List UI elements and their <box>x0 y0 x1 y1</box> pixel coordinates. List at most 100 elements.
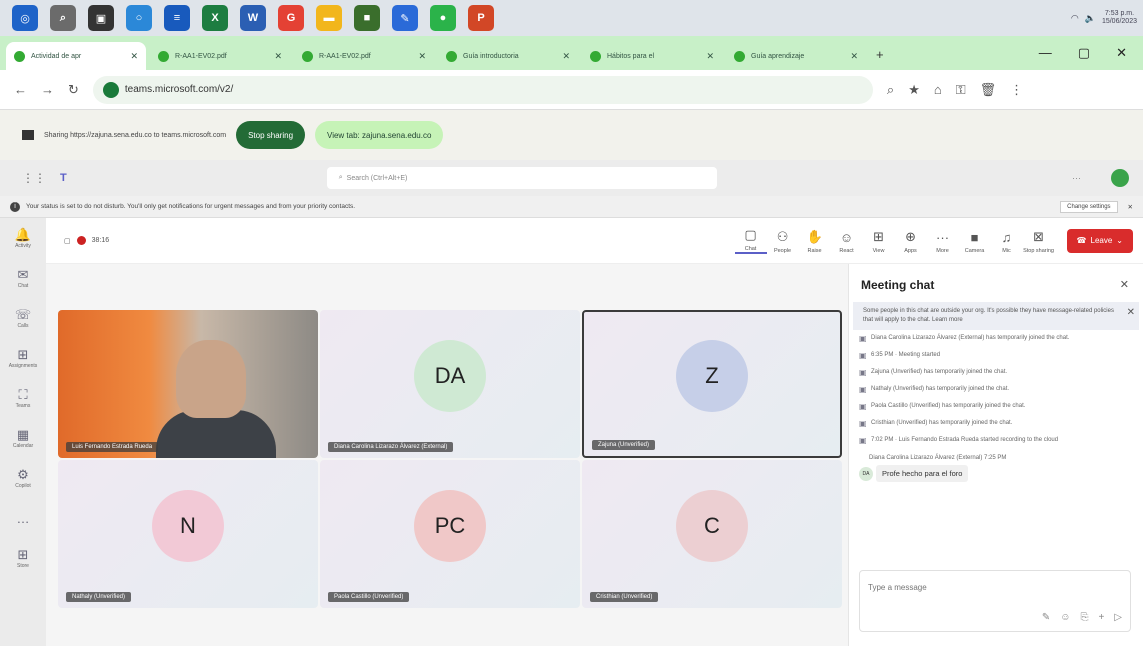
browser-tab[interactable]: Guía aprendizaje ✕ <box>726 42 866 70</box>
call-tool-mic[interactable]: ♫ Mic <box>991 230 1023 254</box>
call-toolbar: ▢ 38:16 ▢ Chat ⚇ People ✋ Raise ☺ React ⊞ View ⊕ Ap… <box>46 218 1143 264</box>
chat-title: Meeting chat <box>861 278 935 292</box>
rail-item[interactable]: ⊞ Assignments <box>0 338 46 378</box>
tool-icon: ⊠ <box>1033 229 1044 244</box>
browser-tab[interactable]: Hábitos para el ✕ <box>582 42 722 70</box>
url-field[interactable]: teams.microsoft.com/v2/ <box>92 75 873 104</box>
participant-tile[interactable]: Z Zajuna (Unverified) <box>582 310 842 458</box>
tool-icon: ⊕ <box>905 229 916 244</box>
rail-item[interactable]: ▦ Calendar <box>0 418 46 458</box>
more-options-icon[interactable]: ··· <box>1072 173 1081 183</box>
close-icon[interactable]: ✕ <box>1120 278 1129 291</box>
tab-favicon-icon <box>590 50 601 62</box>
extensions-icon[interactable]: ⌂ <box>934 82 942 97</box>
app-launcher-icon[interactable]: ⋮⋮ <box>22 171 46 185</box>
event-text: 6:35 PM · Meeting started <box>871 352 941 358</box>
participant-tile[interactable]: C Cristhian (Unverified) <box>582 460 842 608</box>
tab-close-icon[interactable]: ✕ <box>130 51 138 62</box>
back-icon[interactable]: ← <box>14 82 27 97</box>
call-tool-chat[interactable]: ▢ Chat <box>734 227 767 254</box>
chat-message[interactable]: DA Profe hecho para el foro <box>849 463 1143 484</box>
menu-dots-icon[interactable]: ⋮ <box>1010 82 1023 98</box>
browser-tab[interactable]: Actividad de apr ✕ <box>6 42 146 70</box>
minimize-icon[interactable]: — <box>1039 45 1052 61</box>
rail-item[interactable]: ☏ Calls <box>0 298 46 338</box>
taskbar-app-icon[interactable]: ≡ <box>164 5 190 31</box>
delete-icon[interactable]: 🗑 <box>980 82 997 98</box>
call-tool-more[interactable]: ··· More <box>927 230 959 254</box>
rail-item[interactable]: ⊞ Store <box>0 538 46 578</box>
maximize-icon[interactable]: ▢ <box>1078 45 1090 61</box>
close-window-icon[interactable]: ✕ <box>1116 45 1127 61</box>
call-tool-camera[interactable]: ■ Camera <box>959 230 991 254</box>
call-tool-view[interactable]: ⊞ View <box>863 229 895 254</box>
zoom-icon[interactable]: ⌕ <box>887 82 894 98</box>
tab-close-icon[interactable]: ✕ <box>850 51 858 62</box>
wifi-icon[interactable]: ◠ <box>1071 13 1079 24</box>
emoji-icon[interactable]: ☺ <box>1060 612 1070 623</box>
taskbar-app-icon[interactable]: X <box>202 5 228 31</box>
dnd-status-banner: i Your status is set to do not disturb. … <box>0 196 1143 218</box>
reload-icon[interactable]: ↻ <box>68 82 79 98</box>
rail-item[interactable]: 🔔 Activity <box>0 218 46 258</box>
tab-close-icon[interactable]: ✕ <box>274 51 282 62</box>
view-tab-button[interactable]: View tab: zajuna.sena.edu.co <box>315 121 444 149</box>
call-tool-raise[interactable]: ✋ Raise <box>799 229 831 254</box>
status-text: Your status is set to do not disturb. Yo… <box>26 203 356 210</box>
participant-tile[interactable]: PC Paola Castillo (Unverified) <box>320 460 580 608</box>
attach-icon[interactable]: ⎘ <box>1080 612 1088 623</box>
call-tool-react[interactable]: ☺ React <box>831 230 863 254</box>
new-tab-icon[interactable]: + <box>876 47 884 62</box>
send-icon[interactable]: ▷ <box>1114 612 1122 623</box>
taskbar-app-icon[interactable]: ◎ <box>12 5 38 31</box>
taskbar-app-icon[interactable]: ● <box>430 5 456 31</box>
taskbar-app-icon[interactable]: P <box>468 5 494 31</box>
taskbar-app-icon[interactable]: ✎ <box>392 5 418 31</box>
avatar[interactable] <box>1111 169 1129 187</box>
bookmark-star-icon[interactable]: ★ <box>908 82 920 98</box>
stop-sharing-button[interactable]: Stop sharing <box>236 121 306 149</box>
call-tool-people[interactable]: ⚇ People <box>767 229 799 254</box>
rail-item[interactable]: ⛶ Teams <box>0 378 46 418</box>
banner-close-icon[interactable]: ✕ <box>1127 308 1135 318</box>
browser-tab[interactable]: Guía introductoria ✕ <box>438 42 578 70</box>
taskbar-app-icon[interactable]: ■ <box>354 5 380 31</box>
forward-icon[interactable]: → <box>41 82 54 97</box>
compose-box: ✎ ☺ ⎘ + ▷ <box>859 570 1131 632</box>
participant-tile[interactable]: N Nathaly (Unverified) <box>58 460 318 608</box>
dismiss-icon[interactable]: ✕ <box>1128 203 1133 211</box>
taskbar-app-icon[interactable]: ⌕ <box>50 5 76 31</box>
tab-close-icon[interactable]: ✕ <box>706 51 714 62</box>
tab-close-icon[interactable]: ✕ <box>562 51 570 62</box>
event-icon: ▣ <box>859 368 867 377</box>
volume-icon[interactable]: 🔈 <box>1085 13 1096 24</box>
taskbar-app-icon[interactable]: ○ <box>126 5 152 31</box>
rail-item[interactable]: ✉ Chat <box>0 258 46 298</box>
plus-icon[interactable]: + <box>1098 612 1104 623</box>
rail-icon: ▦ <box>16 427 30 442</box>
search-input[interactable]: ⌕ Search (Ctrl+Alt+E) <box>326 167 717 189</box>
browser-tab[interactable]: R-AA1-EV02.pdf ✕ <box>150 42 290 70</box>
participant-avatar: N <box>152 490 224 562</box>
key-icon[interactable]: ⚿ <box>956 82 966 98</box>
tab-close-icon[interactable]: ✕ <box>418 51 426 62</box>
rail-item[interactable]: ⚙ Copilot <box>0 458 46 498</box>
message-input[interactable] <box>868 583 1108 592</box>
call-tool-apps[interactable]: ⊕ Apps <box>895 229 927 254</box>
chevron-down-icon[interactable]: ⌄ <box>1116 236 1123 245</box>
change-settings-button[interactable]: Change settings <box>1060 200 1118 213</box>
taskbar-app-icon[interactable]: ▬ <box>316 5 342 31</box>
tool-icon: ⚇ <box>776 229 789 244</box>
browser-tab[interactable]: R-AA1-EV02.pdf ✕ <box>294 42 434 70</box>
taskbar-app-icon[interactable]: ▣ <box>88 5 114 31</box>
participant-tile[interactable]: Luis Fernando Estrada Rueda <box>58 310 318 458</box>
rail-item[interactable]: … <box>0 498 46 538</box>
call-tool-stop-sharing[interactable]: ⊠ Stop sharing <box>1023 229 1055 254</box>
format-icon[interactable]: ✎ <box>1042 612 1050 623</box>
participant-tile[interactable]: DA Diana Carolina Lizarazo Álvarez (Exter… <box>320 310 580 458</box>
leave-button[interactable]: ☎ Leave ⌄ <box>1066 228 1133 253</box>
taskbar-app-icon[interactable]: W <box>240 5 266 31</box>
clock[interactable]: 7:53 p.m. 15/06/2023 <box>1102 10 1137 26</box>
site-info-icon[interactable] <box>102 81 119 98</box>
taskbar-app-icon[interactable]: G <box>278 5 304 31</box>
